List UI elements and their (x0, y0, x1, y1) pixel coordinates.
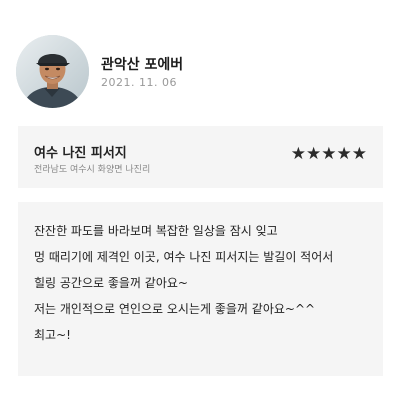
review-line: 최고~! (34, 328, 71, 342)
place-card[interactable]: 여수 나진 피서지 전라남도 여수시 화양면 나진리 ★★★★★ (18, 126, 383, 188)
author-avatar[interactable] (16, 35, 89, 108)
place-name[interactable]: 여수 나진 피서지 (34, 142, 127, 161)
place-address: 전라남도 여수시 화양면 나진리 (34, 165, 151, 175)
review-text: 잔잔한 파도를 바라보며 복잡한 일상을 잠시 잊고 멍 때리기에 제격인 이곳… (34, 218, 374, 348)
review-line: 잔잔한 파도를 바라보며 복잡한 일상을 잠시 잊고 (34, 224, 278, 238)
review-line: 저는 개인적으로 연인으로 오시는게 좋을꺼 같아요~^^ (34, 302, 316, 316)
review-body: 잔잔한 파도를 바라보며 복잡한 일상을 잠시 잊고 멍 때리기에 제격인 이곳… (18, 202, 383, 376)
review-card: 관악산 포에버 2021. 11. 06 여수 나진 피서지 전라남도 여수시 … (0, 0, 400, 400)
avatar-photo-icon (16, 35, 89, 108)
review-line: 멍 때리기에 제격인 이곳, 여수 나진 피서지는 발길이 적어서 (34, 250, 334, 264)
author-name[interactable]: 관악산 포에버 (101, 54, 183, 74)
review-date: 2021. 11. 06 (101, 76, 177, 89)
review-line: 힐링 공간으로 좋을꺼 같아요~ (34, 276, 188, 290)
star-rating: ★★★★★ (290, 144, 367, 164)
